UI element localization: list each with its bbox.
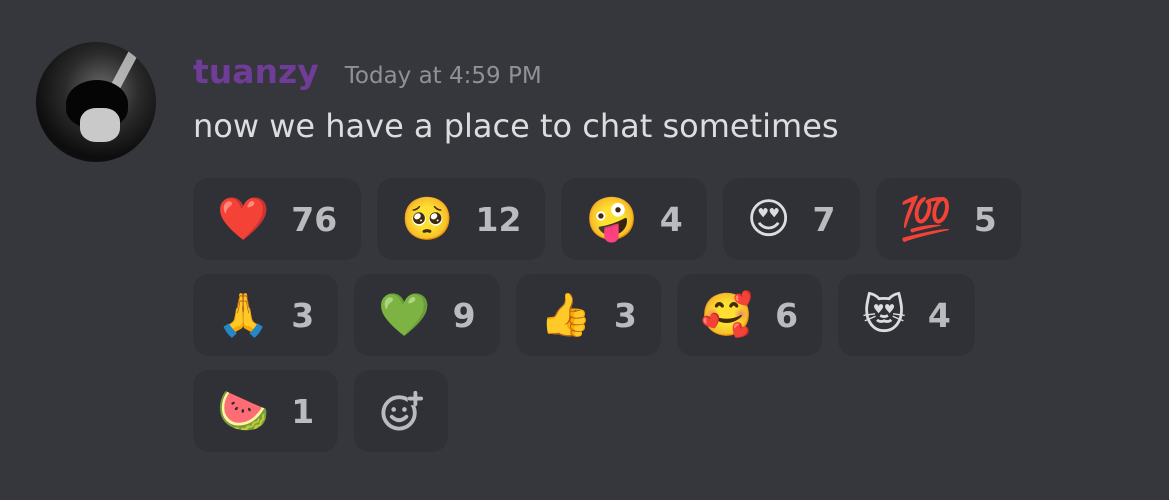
avatar[interactable] — [36, 42, 156, 162]
reaction-row: ❤️ 76 🥺 12 🤪 4 😍 7 💯 5 — [193, 178, 1093, 260]
reaction-count: 9 — [452, 295, 476, 335]
chat-message: tuanzy Today at 4:59 PM now we have a pl… — [0, 0, 1169, 500]
message-text: now we have a place to chat sometimes — [193, 107, 839, 145]
thumbs-up-icon: 👍 — [539, 290, 592, 339]
reaction-count: 76 — [291, 199, 338, 239]
heart-eyes-cat-icon: 😻 — [862, 290, 906, 339]
reaction-heart-eyes[interactable]: 😍 7 — [722, 178, 860, 260]
reaction-count: 4 — [659, 199, 683, 239]
reaction-watermelon[interactable]: 🍉 1 — [193, 370, 339, 452]
reaction-count: 3 — [613, 295, 637, 335]
reaction-count: 12 — [475, 199, 522, 239]
reaction-count: 7 — [812, 199, 836, 239]
reaction-count: 5 — [973, 199, 997, 239]
zany-face-icon: 🤪 — [585, 194, 638, 243]
reaction-hundred-points[interactable]: 💯 5 — [875, 178, 1021, 260]
watermelon-icon: 🍉 — [217, 386, 270, 435]
reaction-row: 🙏 3 💚 9 👍 3 🥰 6 😻 4 — [193, 274, 1093, 356]
hundred-points-icon: 💯 — [899, 194, 952, 243]
reaction-count: 4 — [927, 295, 951, 335]
reaction-thumbs-up[interactable]: 👍 3 — [515, 274, 661, 356]
reaction-heart[interactable]: ❤️ 76 — [193, 178, 362, 260]
heart-eyes-icon: 😍 — [746, 194, 791, 243]
folded-hands-icon: 🙏 — [217, 290, 270, 339]
add-reaction-icon — [381, 390, 424, 431]
reaction-zany-face[interactable]: 🤪 4 — [561, 178, 707, 260]
reaction-count: 3 — [291, 295, 315, 335]
reaction-count: 6 — [775, 295, 799, 335]
green-heart-icon: 💚 — [378, 290, 431, 339]
reactions-bar: ❤️ 76 🥺 12 🤪 4 😍 7 💯 5 🙏 3 💚 9 👍 3 🥰 6 😻… — [193, 178, 1093, 466]
username[interactable]: tuanzy — [193, 52, 319, 91]
timestamp[interactable]: Today at 4:59 PM — [345, 63, 542, 89]
reaction-heart-eyes-cat[interactable]: 😻 4 — [838, 274, 975, 356]
reaction-pleading-face[interactable]: 🥺 12 — [377, 178, 546, 260]
reaction-smiling-face-with-hearts[interactable]: 🥰 6 — [676, 274, 823, 356]
reaction-row: 🍉 1 — [193, 370, 1093, 452]
pleading-face-icon: 🥺 — [401, 194, 454, 243]
smiling-face-with-hearts-icon: 🥰 — [700, 290, 754, 339]
heart-icon: ❤️ — [217, 194, 270, 243]
reaction-green-heart[interactable]: 💚 9 — [354, 274, 500, 356]
message-header: tuanzy Today at 4:59 PM — [193, 52, 542, 91]
add-reaction-button[interactable] — [354, 370, 449, 452]
reaction-folded-hands[interactable]: 🙏 3 — [193, 274, 339, 356]
reaction-count: 1 — [291, 391, 315, 431]
